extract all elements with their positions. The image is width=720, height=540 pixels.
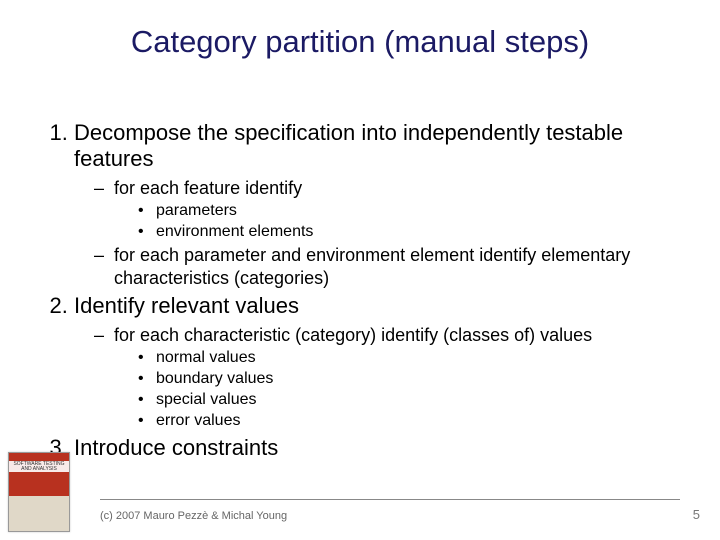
- list-item: environment elements: [138, 222, 680, 242]
- list-item: for each feature identify parameters env…: [94, 177, 680, 243]
- item-text: Introduce constraints: [74, 435, 278, 460]
- list-item: normal values: [138, 348, 680, 368]
- slide-body: Decompose the specification into indepen…: [40, 120, 680, 466]
- list-item: parameters: [138, 201, 680, 221]
- list-item: error values: [138, 411, 680, 431]
- item-text: Identify relevant values: [74, 293, 299, 318]
- list-item: Introduce constraints: [74, 435, 680, 461]
- copyright-text: (c) 2007 Mauro Pezzè & Michal Young: [100, 510, 287, 522]
- item-text: Decompose the specification into indepen…: [74, 120, 623, 171]
- list-item: special values: [138, 390, 680, 410]
- list-item: boundary values: [138, 369, 680, 389]
- slide: Category partition (manual steps) Decomp…: [0, 0, 720, 540]
- slide-title: Category partition (manual steps): [0, 24, 720, 60]
- footer-divider: [100, 499, 680, 500]
- book-cover-icon: SOFTWARE TESTING AND ANALYSIS: [8, 452, 70, 532]
- item-text: for each characteristic (category) ident…: [114, 325, 592, 345]
- list-item: for each parameter and environment eleme…: [94, 244, 680, 289]
- bullet-list: parameters environment elements: [114, 201, 680, 242]
- sub-list: for each feature identify parameters env…: [74, 177, 680, 290]
- sub-list: for each characteristic (category) ident…: [74, 324, 680, 432]
- item-text: for each parameter and environment eleme…: [114, 245, 630, 288]
- list-item: Decompose the specification into indepen…: [74, 120, 680, 289]
- page-number: 5: [693, 507, 700, 522]
- main-list: Decompose the specification into indepen…: [40, 120, 680, 462]
- item-text: for each feature identify: [114, 178, 302, 198]
- bullet-list: normal values boundary values special va…: [114, 348, 680, 431]
- book-cover-label: SOFTWARE TESTING AND ANALYSIS: [9, 461, 69, 472]
- list-item: for each characteristic (category) ident…: [94, 324, 680, 432]
- list-item: Identify relevant values for each charac…: [74, 293, 680, 431]
